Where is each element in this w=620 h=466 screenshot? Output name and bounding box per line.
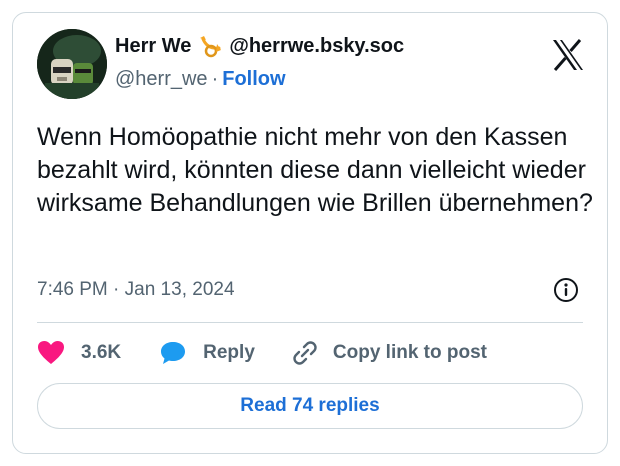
- author-handle[interactable]: @herr_we: [115, 68, 208, 90]
- separator-dot: ·: [211, 68, 219, 90]
- read-replies-button[interactable]: Read 74 replies: [37, 383, 583, 429]
- x-logo-icon[interactable]: [551, 39, 585, 71]
- speech-bubble-icon: [159, 340, 187, 366]
- author-name-line: Herr We @herrwe.bsky.soc: [115, 33, 527, 59]
- link-icon: [291, 339, 319, 367]
- reply-button[interactable]: Reply: [159, 340, 255, 366]
- reply-label: Reply: [203, 342, 255, 363]
- copy-link-label: Copy link to post: [332, 342, 487, 363]
- action-bar: 3.6K Reply Copy link to post: [37, 337, 487, 369]
- avatar-image: [37, 29, 107, 99]
- like-count: 3.6K: [81, 342, 122, 363]
- divider: [37, 322, 583, 323]
- read-replies-label: Read 74 replies: [240, 395, 380, 416]
- heart-icon: [37, 340, 65, 366]
- info-icon[interactable]: [553, 277, 579, 303]
- horn-icon: [197, 34, 223, 58]
- author-display-name[interactable]: Herr We: [115, 33, 191, 59]
- follow-button[interactable]: Follow: [222, 68, 285, 90]
- author-handle-line: @herr_we · Follow: [115, 67, 527, 91]
- author-alt-handle[interactable]: @herrwe.bsky.soc: [229, 33, 404, 59]
- copy-link-button[interactable]: Copy link to post: [291, 339, 487, 367]
- tweet-timestamp[interactable]: 7:46 PM · Jan 13, 2024: [37, 279, 235, 301]
- like-button[interactable]: 3.6K: [37, 340, 121, 366]
- author-header: Herr We @herrwe.bsky.soc @herr_we · Follow: [115, 33, 527, 91]
- avatar[interactable]: [37, 29, 107, 99]
- tweet-text: Wenn Homöopathie nicht mehr von den Kass…: [37, 123, 593, 217]
- tweet-card: Herr We @herrwe.bsky.soc @herr_we · Follow…: [12, 12, 608, 454]
